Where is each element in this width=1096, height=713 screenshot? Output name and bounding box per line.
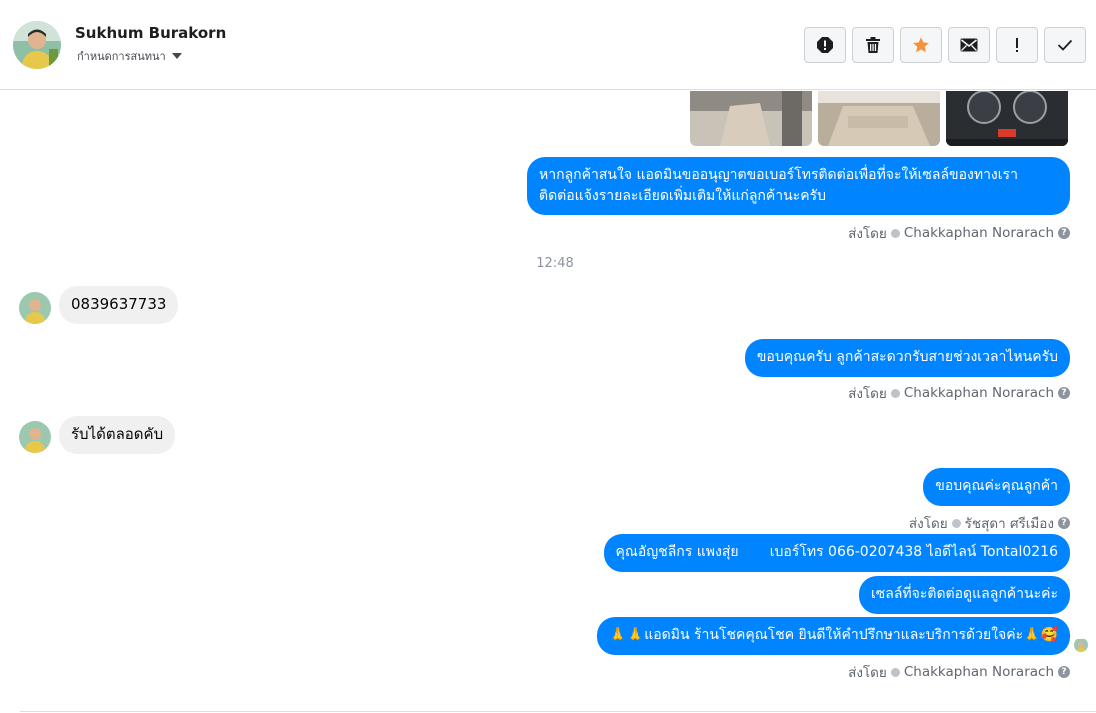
sent-by-label: ส่งโดย xyxy=(848,386,887,402)
caret-down-icon xyxy=(171,53,182,59)
outgoing-message[interactable]: เซลล์ที่จะติดต่อดูแลลูกค้านะค่ะ xyxy=(858,576,1070,614)
help-icon[interactable]: ? xyxy=(1058,666,1070,678)
composer-divider xyxy=(20,711,1096,712)
help-icon[interactable]: ? xyxy=(1058,387,1070,399)
outgoing-message[interactable]: ขอบคุณค่ะคุณลูกค้า xyxy=(923,468,1070,506)
star-icon xyxy=(913,37,929,53)
sender-name[interactable]: รัชสุดา ศรีเมือง xyxy=(965,512,1054,534)
message-text-line-2: ติดต่อแจ้งรายละเอียดเพิ่มเติมให้แก่ลูกค้… xyxy=(539,188,826,204)
done-check-icon xyxy=(1057,39,1073,51)
sent-by-info: ส่งโดย รัชสุดา ศรีเมือง ? xyxy=(909,512,1070,534)
car-photo-interior[interactable] xyxy=(690,91,812,146)
timestamp: 12:48 xyxy=(536,256,574,271)
outgoing-message[interactable]: ขอบคุณครับ ลูกค้าสะดวกรับสายช่วงเวลาไหนค… xyxy=(744,339,1070,377)
sent-by-info: ส่งโดย Chakkaphan Norarach ? xyxy=(848,382,1070,404)
incoming-message[interactable]: รับได้ตลอดคับ xyxy=(59,416,176,454)
sender-name[interactable]: Chakkaphan Norarach xyxy=(904,225,1054,241)
outgoing-message[interactable]: 🙏🙏แอดมิน ร้านโชคคุณโชค ยินดีให้คำปรึกษาแ… xyxy=(597,617,1070,655)
assign-conversation-dropdown[interactable]: กำหนดการสนทนา xyxy=(77,47,182,65)
outgoing-message[interactable]: หากลูกค้าสนใจ แอดมินขออนุญาตขอเบอร์โทรติ… xyxy=(527,157,1070,215)
contact-mini-avatar[interactable] xyxy=(19,421,51,453)
verified-icon xyxy=(890,388,900,398)
sent-by-label: ส่งโดย xyxy=(848,226,887,242)
verified-icon xyxy=(890,667,900,677)
car-photo-dashboard[interactable] xyxy=(946,91,1068,146)
incoming-message[interactable]: 0839637733 xyxy=(59,286,179,324)
delete-button[interactable] xyxy=(852,27,894,63)
car-photo-seats[interactable] xyxy=(818,91,940,146)
outgoing-message[interactable]: คุณอัญชลีกร แพงสุ่ย เบอร์โทร 066-0207438… xyxy=(603,534,1070,572)
sent-by-info: ส่งโดย Chakkaphan Norarach ? xyxy=(848,222,1070,244)
conversation-actions xyxy=(804,27,1086,63)
conversation-header: Sukhum Burakorn กำหนดการสนทนา xyxy=(0,0,1096,90)
seen-avatar xyxy=(1074,638,1088,652)
sent-by-label: ส่งโดย xyxy=(848,665,887,681)
sent-by-label: ส่งโดย xyxy=(908,516,948,532)
contact-avatar[interactable] xyxy=(13,21,61,69)
mark-unread-button[interactable] xyxy=(948,27,990,63)
sender-name[interactable]: Chakkaphan Norarach xyxy=(904,385,1054,401)
sent-by-info: ส่งโดย Chakkaphan Norarach ? xyxy=(848,661,1070,683)
follow-up-icon xyxy=(1016,38,1018,52)
follow-up-button[interactable] xyxy=(996,27,1038,63)
sender-name[interactable]: Chakkaphan Norarach xyxy=(904,664,1054,680)
mark-done-button[interactable] xyxy=(1044,27,1086,63)
mark-spam-button[interactable] xyxy=(804,27,846,63)
mark-spam-icon xyxy=(817,37,833,53)
contact-mini-avatar[interactable] xyxy=(19,292,51,324)
message-text-line-1: หากลูกค้าสนใจ แอดมินขออนุญาตขอเบอร์โทรติ… xyxy=(539,167,1018,183)
star-button[interactable] xyxy=(900,27,942,63)
verified-icon xyxy=(890,228,900,238)
trash-icon xyxy=(866,37,880,53)
help-icon[interactable]: ? xyxy=(1058,517,1070,529)
message-thread[interactable]: หากลูกค้าสนใจ แอดมินขออนุญาตขอเบอร์โทรติ… xyxy=(0,91,1096,713)
help-icon[interactable]: ? xyxy=(1058,227,1070,239)
mark-unread-icon xyxy=(960,38,978,52)
contact-name[interactable]: Sukhum Burakorn xyxy=(75,24,226,42)
verified-icon xyxy=(951,518,961,528)
assign-label: กำหนดการสนทนา xyxy=(77,50,166,63)
